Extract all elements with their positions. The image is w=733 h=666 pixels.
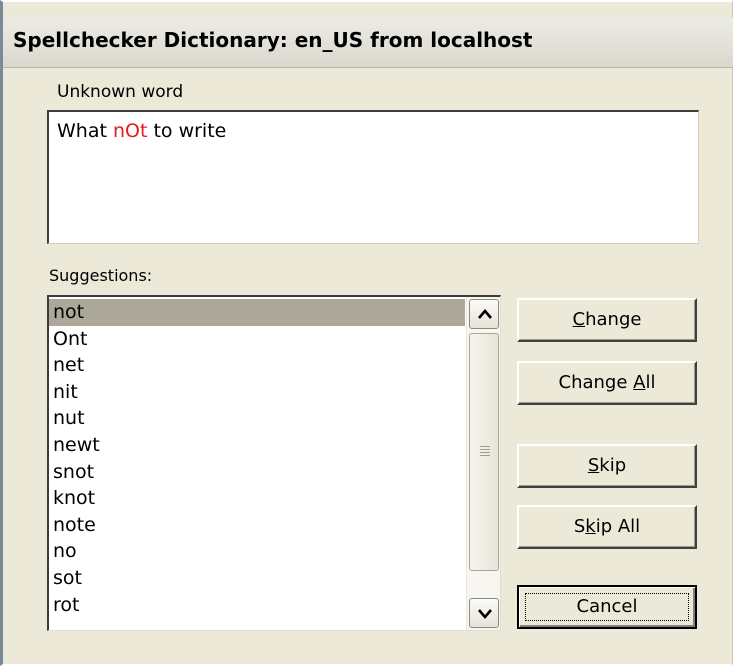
suggestions-items: not Ont net nit nut newt snot knot note no sot rot xyxy=(49,299,465,618)
skip-button[interactable]: Skip xyxy=(517,444,697,488)
change-button-mnemonic: C xyxy=(572,309,586,330)
skip-button-mnemonic: S xyxy=(587,455,600,476)
skip-all-button-label-pre: S xyxy=(573,516,586,537)
change-button-label-post: hange xyxy=(585,309,642,330)
suggestion-item[interactable]: no xyxy=(49,538,465,565)
scroll-down-button[interactable] xyxy=(469,598,499,628)
window-title: Spellchecker Dictionary: en_US from loca… xyxy=(13,28,533,52)
scroll-thumb[interactable] xyxy=(469,333,499,571)
change-all-button[interactable]: Change All xyxy=(517,361,697,405)
suggestion-item[interactable]: sot xyxy=(49,565,465,592)
suggestions-listbox[interactable]: not Ont net nit nut newt snot knot note no sot rot xyxy=(47,295,501,631)
suggestion-item[interactable]: nit xyxy=(49,379,465,406)
title-bar[interactable]: Spellchecker Dictionary: en_US from loca… xyxy=(3,18,733,68)
spellchecker-dialog: Spellchecker Dictionary: en_US from loca… xyxy=(0,0,733,666)
suggestions-scrollbar[interactable] xyxy=(466,297,500,630)
cancel-button[interactable]: Cancel xyxy=(517,585,697,629)
chevron-down-icon xyxy=(478,609,492,619)
suggestion-item[interactable]: not xyxy=(49,299,465,326)
context-text-before: What xyxy=(57,120,113,142)
skip-all-button[interactable]: Skip All xyxy=(517,505,697,549)
focus-rect xyxy=(525,593,689,621)
suggestion-item[interactable]: nut xyxy=(49,405,465,432)
skip-all-button-mnemonic: k xyxy=(585,516,596,537)
skip-button-label-post: kip xyxy=(599,455,627,476)
scroll-up-button[interactable] xyxy=(469,299,499,329)
unknown-word-textbox[interactable]: What nOt to write xyxy=(47,110,699,244)
unknown-word-label: Unknown word xyxy=(57,82,184,102)
chevron-up-icon xyxy=(478,309,492,319)
change-button[interactable]: Change xyxy=(517,298,697,342)
skip-all-button-label-post: ip All xyxy=(595,516,641,537)
change-all-button-label-pre: Change xyxy=(558,372,634,393)
misspelled-word: nOt xyxy=(112,120,148,142)
change-all-button-mnemonic: A xyxy=(633,372,646,393)
suggestion-item[interactable]: net xyxy=(49,352,465,379)
change-all-button-label-post: ll xyxy=(645,372,656,393)
suggestion-item[interactable]: Ont xyxy=(49,326,465,353)
suggestion-item[interactable]: newt xyxy=(49,432,465,459)
context-text-after: to write xyxy=(147,120,227,142)
suggestions-label: Suggestions: xyxy=(49,266,153,285)
suggestion-item[interactable]: rot xyxy=(49,592,465,619)
grip-icon xyxy=(480,446,490,458)
suggestion-item[interactable]: note xyxy=(49,512,465,539)
suggestion-item[interactable]: snot xyxy=(49,459,465,486)
suggestion-item[interactable]: knot xyxy=(49,485,465,512)
